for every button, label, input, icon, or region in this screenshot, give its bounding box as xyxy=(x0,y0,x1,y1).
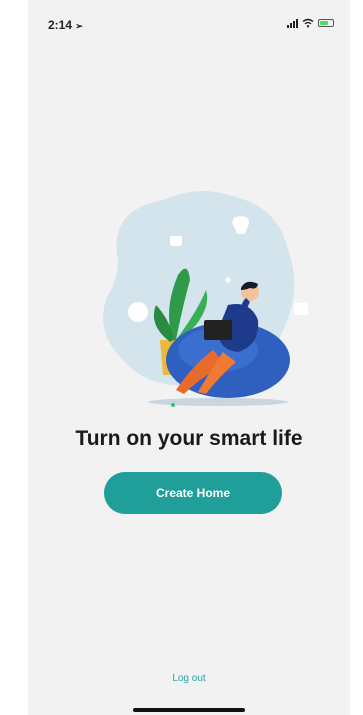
floating-card-icon xyxy=(294,303,308,315)
battery-fill xyxy=(320,21,329,25)
status-time: 2:14 ➢ xyxy=(48,18,83,32)
cellular-signal-icon xyxy=(287,18,298,28)
page-indicator-dot xyxy=(171,403,175,407)
logout-link[interactable]: Log out xyxy=(28,673,350,684)
home-indicator[interactable] xyxy=(133,708,245,712)
laptop xyxy=(204,320,232,340)
status-bar: 2:14 ➢ xyxy=(28,0,350,40)
app-screen: 2:14 ➢ Turn on your smart life Create Ho… xyxy=(28,0,350,715)
page-title: Turn on your smart life xyxy=(75,427,303,450)
floating-card-icon xyxy=(170,236,182,246)
create-home-button[interactable]: Create Home xyxy=(104,472,282,514)
floating-circle-icon xyxy=(128,302,148,322)
battery-icon xyxy=(318,19,334,27)
status-icons xyxy=(287,18,334,28)
status-time-text: 2:14 xyxy=(48,18,73,32)
location-arrow-icon: ➢ xyxy=(75,21,83,31)
floating-dot xyxy=(225,277,231,283)
floor-shadow xyxy=(148,398,288,406)
wifi-icon xyxy=(302,18,314,28)
person-on-beanbag-illustration xyxy=(103,191,308,406)
